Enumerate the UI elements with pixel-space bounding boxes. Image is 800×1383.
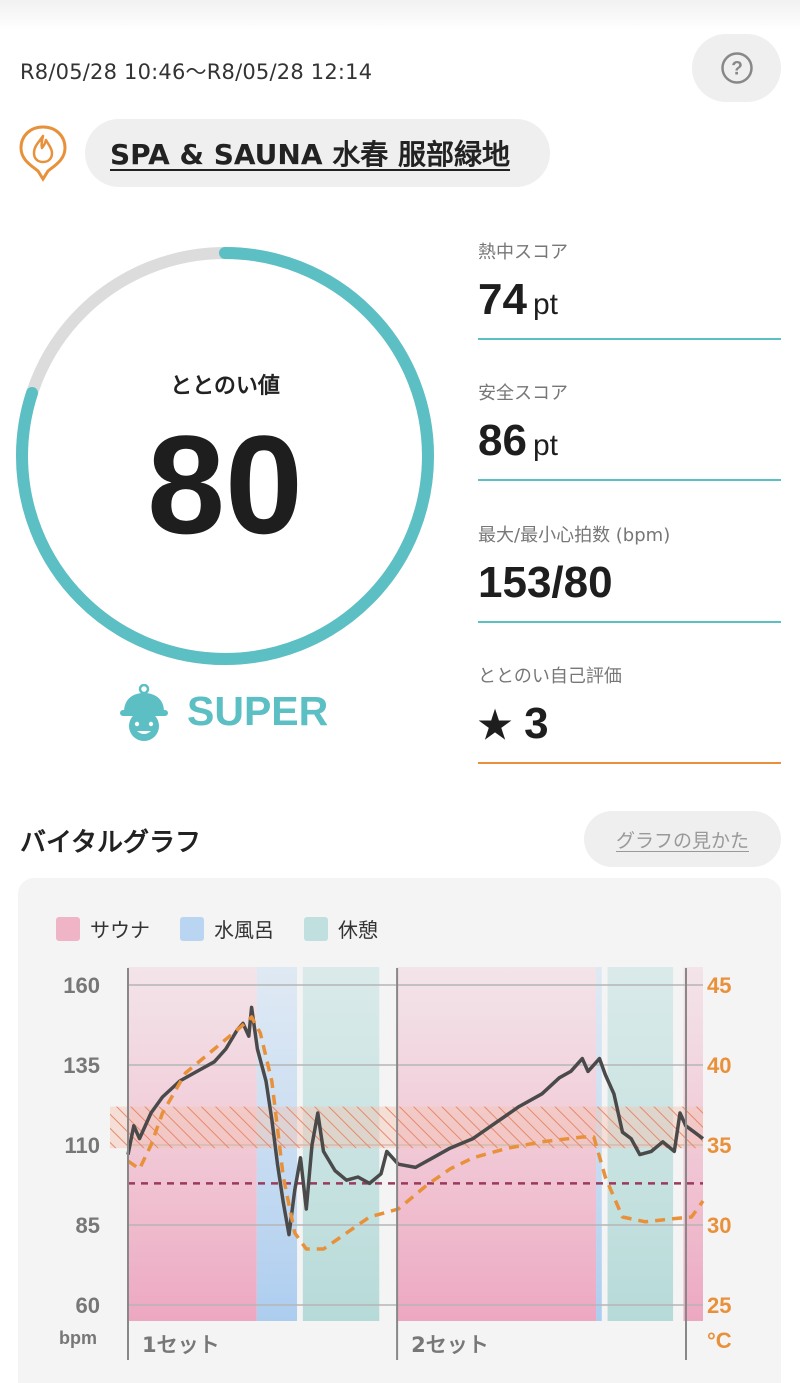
left-tick-label: 160	[63, 973, 100, 998]
legend-rest: 休憩	[304, 914, 378, 943]
star-icon: ★	[478, 705, 513, 747]
legend-sauna: サウナ	[56, 914, 150, 943]
sauna-flame-pin-icon	[19, 125, 67, 182]
graph-howto-label: グラフの見かた	[615, 829, 749, 852]
totonoi-rank: SUPER	[187, 688, 329, 734]
divider	[478, 338, 781, 340]
right-tick-label: 45	[707, 973, 731, 998]
right-tick-label: 25	[707, 1293, 731, 1318]
totonoi-value: 80	[147, 406, 303, 563]
right-tick-label: 30	[707, 1213, 731, 1238]
session-datetime: R8/05/28 10:46～R8/05/28 12:14	[20, 60, 373, 84]
self-rating-label: ととのい自己評価	[478, 666, 622, 687]
heart-rate-zone	[110, 1106, 703, 1149]
help-button[interactable]: ?	[692, 34, 781, 102]
left-tick-label: 110	[65, 1133, 101, 1158]
heart-rate-label: 最大/最小心拍数 (bpm)	[478, 525, 671, 546]
left-axis-unit: bpm	[59, 1328, 97, 1348]
self-rating[interactable]: ととのい自己評価 ★ 3	[478, 662, 781, 764]
divider	[478, 479, 781, 481]
graph-howto-button[interactable]: グラフの見かた	[584, 811, 781, 867]
legend-swatch	[56, 916, 80, 941]
question-icon: ?	[720, 52, 753, 84]
heart-rate-range: 最大/最小心拍数 (bpm) 153/80	[478, 521, 781, 623]
svg-text:?: ?	[731, 59, 743, 80]
heart-rate-value: 153/80	[478, 558, 613, 607]
divider	[478, 762, 781, 764]
vital-chart: 160 45 135 40 110 35 85 30 60 25 bpm °C 1セット 2セット	[59, 967, 732, 1360]
totonoi-label: ととのい値	[170, 374, 280, 399]
safety-score-value: 86 pt	[478, 416, 558, 465]
heat-score: 熱中スコア 74 pt	[478, 238, 781, 340]
safety-score-label: 安全スコア	[478, 383, 568, 404]
left-tick-label: 85	[76, 1213, 100, 1238]
left-tick-label: 135	[63, 1053, 100, 1078]
set-label: 1セット	[142, 1333, 220, 1357]
right-axis-unit: °C	[707, 1328, 732, 1353]
hat-face-icon	[120, 684, 168, 741]
heat-score-label: 熱中スコア	[478, 242, 568, 263]
legend-water-bath: 水風呂	[180, 914, 274, 943]
facility-name: SPA & SAUNA 水春 服部緑地	[110, 138, 511, 171]
right-tick-label: 40	[707, 1053, 731, 1078]
heat-score-value: 74 pt	[478, 275, 558, 324]
legend-swatch	[180, 916, 204, 941]
legend-swatch	[304, 916, 328, 941]
right-tick-label: 35	[707, 1133, 731, 1158]
vital-graph-title: バイタルグラフ	[20, 828, 201, 858]
self-rating-value: ★ 3	[478, 699, 549, 748]
set-label: 2セット	[411, 1333, 489, 1357]
graph-legend: サウナ 水風呂 休憩	[56, 914, 378, 943]
left-tick-label: 60	[76, 1293, 100, 1318]
divider	[478, 621, 781, 623]
facility-link[interactable]: SPA & SAUNA 水春 服部緑地	[85, 119, 550, 187]
top-fade	[0, 0, 800, 30]
safety-score: 安全スコア 86 pt	[478, 379, 781, 481]
